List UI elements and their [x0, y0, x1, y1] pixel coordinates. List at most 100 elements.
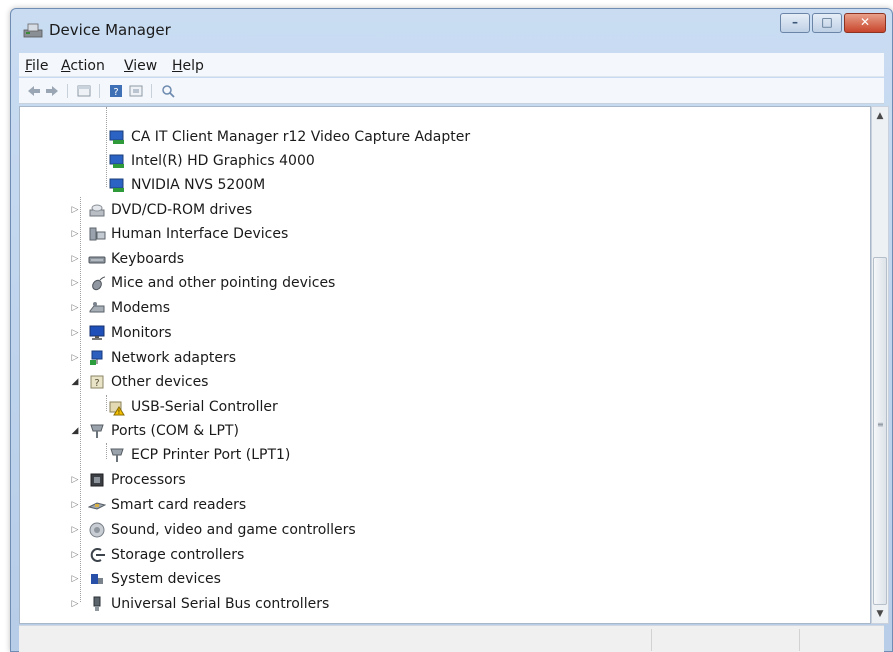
collapse-arrow-icon[interactable]: ◢: [70, 426, 80, 436]
tree-node-display-child-2[interactable]: NVIDIA NVS 5200M: [108, 173, 265, 197]
tree-node-monitors[interactable]: ▷ Monitors: [70, 321, 172, 345]
processor-icon: [90, 473, 104, 487]
tree-node-hid[interactable]: ▷ Human Interface Devices: [70, 222, 289, 246]
menu-view-accel: V: [124, 58, 134, 74]
close-button[interactable]: ✕: [844, 13, 886, 33]
device-manager-icon: [23, 23, 43, 38]
expand-arrow-icon[interactable]: ▷: [70, 550, 80, 560]
display-adapter-icon: [109, 130, 124, 144]
expand-arrow-icon[interactable]: ▷: [70, 254, 80, 264]
tree-node-label: Keyboards: [111, 251, 185, 267]
scroll-up-icon[interactable]: ▲: [872, 107, 888, 125]
tree-node-display-child-1[interactable]: Intel(R) HD Graphics 4000: [108, 149, 315, 173]
tree-node-mice[interactable]: ▷ Mice and other pointing devices: [70, 271, 336, 295]
expand-arrow-icon[interactable]: ▷: [70, 205, 80, 215]
unknown-device-icon: ?: [90, 375, 104, 389]
menu-action[interactable]: Action: [61, 58, 105, 74]
tree-node-system-devices[interactable]: ▷ System devices: [70, 567, 221, 591]
tree-node-label: Intel(R) HD Graphics 4000: [131, 153, 315, 169]
device-manager-window: Device Manager – □ ✕ File Action View He…: [10, 8, 893, 652]
expand-arrow-icon[interactable]: ▷: [70, 328, 80, 338]
tree-node-storage[interactable]: ▷ Storage controllers: [70, 543, 245, 567]
tree-node-usb-serial[interactable]: ! USB-Serial Controller: [108, 395, 278, 419]
menu-view[interactable]: View: [124, 58, 157, 74]
tree-node-processors[interactable]: ▷ Processors: [70, 468, 186, 492]
toolbar-separator: [99, 84, 100, 98]
tree-node-label: Storage controllers: [111, 547, 245, 563]
tree-node-modems[interactable]: ▷ Modems: [70, 296, 171, 320]
expand-arrow-icon[interactable]: ▷: [70, 353, 80, 363]
maximize-button[interactable]: □: [812, 13, 842, 33]
tree-node-label: System devices: [111, 571, 221, 587]
tree-node-label: Smart card readers: [111, 497, 247, 513]
system-device-icon: [91, 574, 103, 584]
scrollbar-thumb[interactable]: ≡: [873, 257, 887, 605]
tree-node-label: Mice and other pointing devices: [111, 275, 336, 291]
display-adapter-icon: [109, 154, 124, 168]
menu-help-rest: elp: [182, 58, 204, 74]
tree-node-label: Ports (COM & LPT): [111, 423, 239, 439]
tree-node-label: Other devices: [111, 374, 209, 390]
hid-icon: [89, 227, 106, 241]
back-arrow-icon[interactable]: [25, 82, 43, 100]
expand-arrow-icon[interactable]: ▷: [70, 475, 80, 485]
tree-node-network[interactable]: ▷ Network adapters: [70, 346, 236, 370]
update-driver-icon[interactable]: [127, 82, 145, 100]
monitor-icon: [89, 325, 105, 340]
tree-node-usb-controllers[interactable]: ▷ Universal Serial Bus controllers: [70, 592, 330, 616]
tree-guide-line: [106, 107, 107, 187]
menu-file[interactable]: File: [25, 58, 48, 74]
expand-arrow-icon[interactable]: ▷: [70, 229, 80, 239]
vertical-scrollbar[interactable]: ▲ ≡ ▼: [871, 106, 889, 624]
menu-action-accel: A: [61, 58, 71, 74]
expand-arrow-icon[interactable]: ▷: [70, 500, 80, 510]
menu-view-rest: iew: [133, 58, 158, 74]
tree-node-label: Monitors: [111, 325, 172, 341]
tree-node-display-child-0[interactable]: CA IT Client Manager r12 Video Capture A…: [108, 125, 470, 149]
forward-arrow-icon[interactable]: [43, 82, 61, 100]
tree-node-label: USB-Serial Controller: [131, 399, 278, 415]
status-bar: [19, 625, 884, 652]
expand-arrow-icon[interactable]: ▷: [70, 525, 80, 535]
modem-icon: [89, 302, 105, 313]
scrollbar-grip-icon: ≡: [877, 420, 884, 429]
port-icon: [90, 424, 104, 438]
device-tree[interactable]: CA IT Client Manager r12 Video Capture A…: [19, 106, 871, 624]
tree-guide-line: [106, 395, 107, 411]
minimize-button[interactable]: –: [780, 13, 810, 33]
tree-node-smart-card[interactable]: ▷ Smart card readers: [70, 493, 247, 517]
smart-card-icon: [88, 502, 106, 510]
title-bar[interactable]: Device Manager – □ ✕: [11, 9, 892, 49]
menu-file-rest: ile: [32, 58, 49, 74]
tree-node-keyboards[interactable]: ▷ Keyboards: [70, 247, 185, 271]
expand-arrow-icon[interactable]: ▷: [70, 303, 80, 313]
tree-node-label: DVD/CD-ROM drives: [111, 202, 253, 218]
tree-node-ports[interactable]: ◢ Ports (COM & LPT): [70, 419, 239, 443]
display-adapter-icon: [109, 178, 124, 192]
tree-node-ecp-port[interactable]: ECP Printer Port (LPT1): [108, 443, 290, 467]
help-icon[interactable]: ?: [107, 82, 125, 100]
menu-help-accel: H: [172, 58, 183, 74]
network-adapter-icon: [90, 350, 103, 365]
warning-device-icon: !: [109, 401, 125, 416]
mouse-icon: [92, 276, 106, 291]
toolbar-separator: [67, 84, 68, 98]
properties-icon[interactable]: [75, 82, 93, 100]
close-icon: ✕: [859, 15, 871, 29]
expand-arrow-icon[interactable]: ▷: [70, 599, 80, 609]
svg-text:?: ?: [94, 378, 99, 389]
tree-node-label: Modems: [111, 300, 171, 316]
tree-node-label: Human Interface Devices: [111, 226, 289, 242]
expand-arrow-icon[interactable]: ▷: [70, 278, 80, 288]
scroll-down-icon[interactable]: ▼: [872, 605, 888, 623]
svg-text:?: ?: [113, 87, 118, 98]
expand-arrow-icon[interactable]: ▷: [70, 574, 80, 584]
collapse-arrow-icon[interactable]: ◢: [70, 377, 80, 387]
menu-help[interactable]: Help: [172, 58, 204, 74]
tree-node-label: NVIDIA NVS 5200M: [131, 177, 266, 193]
tree-guide-line: [106, 443, 107, 459]
tree-node-sound[interactable]: ▷ Sound, video and game controllers: [70, 518, 356, 542]
tree-node-other-devices[interactable]: ◢ ? Other devices: [70, 370, 209, 394]
scan-hardware-icon[interactable]: [159, 82, 177, 100]
tree-node-dvd-drives[interactable]: ▷ DVD/CD-ROM drives: [70, 198, 253, 222]
